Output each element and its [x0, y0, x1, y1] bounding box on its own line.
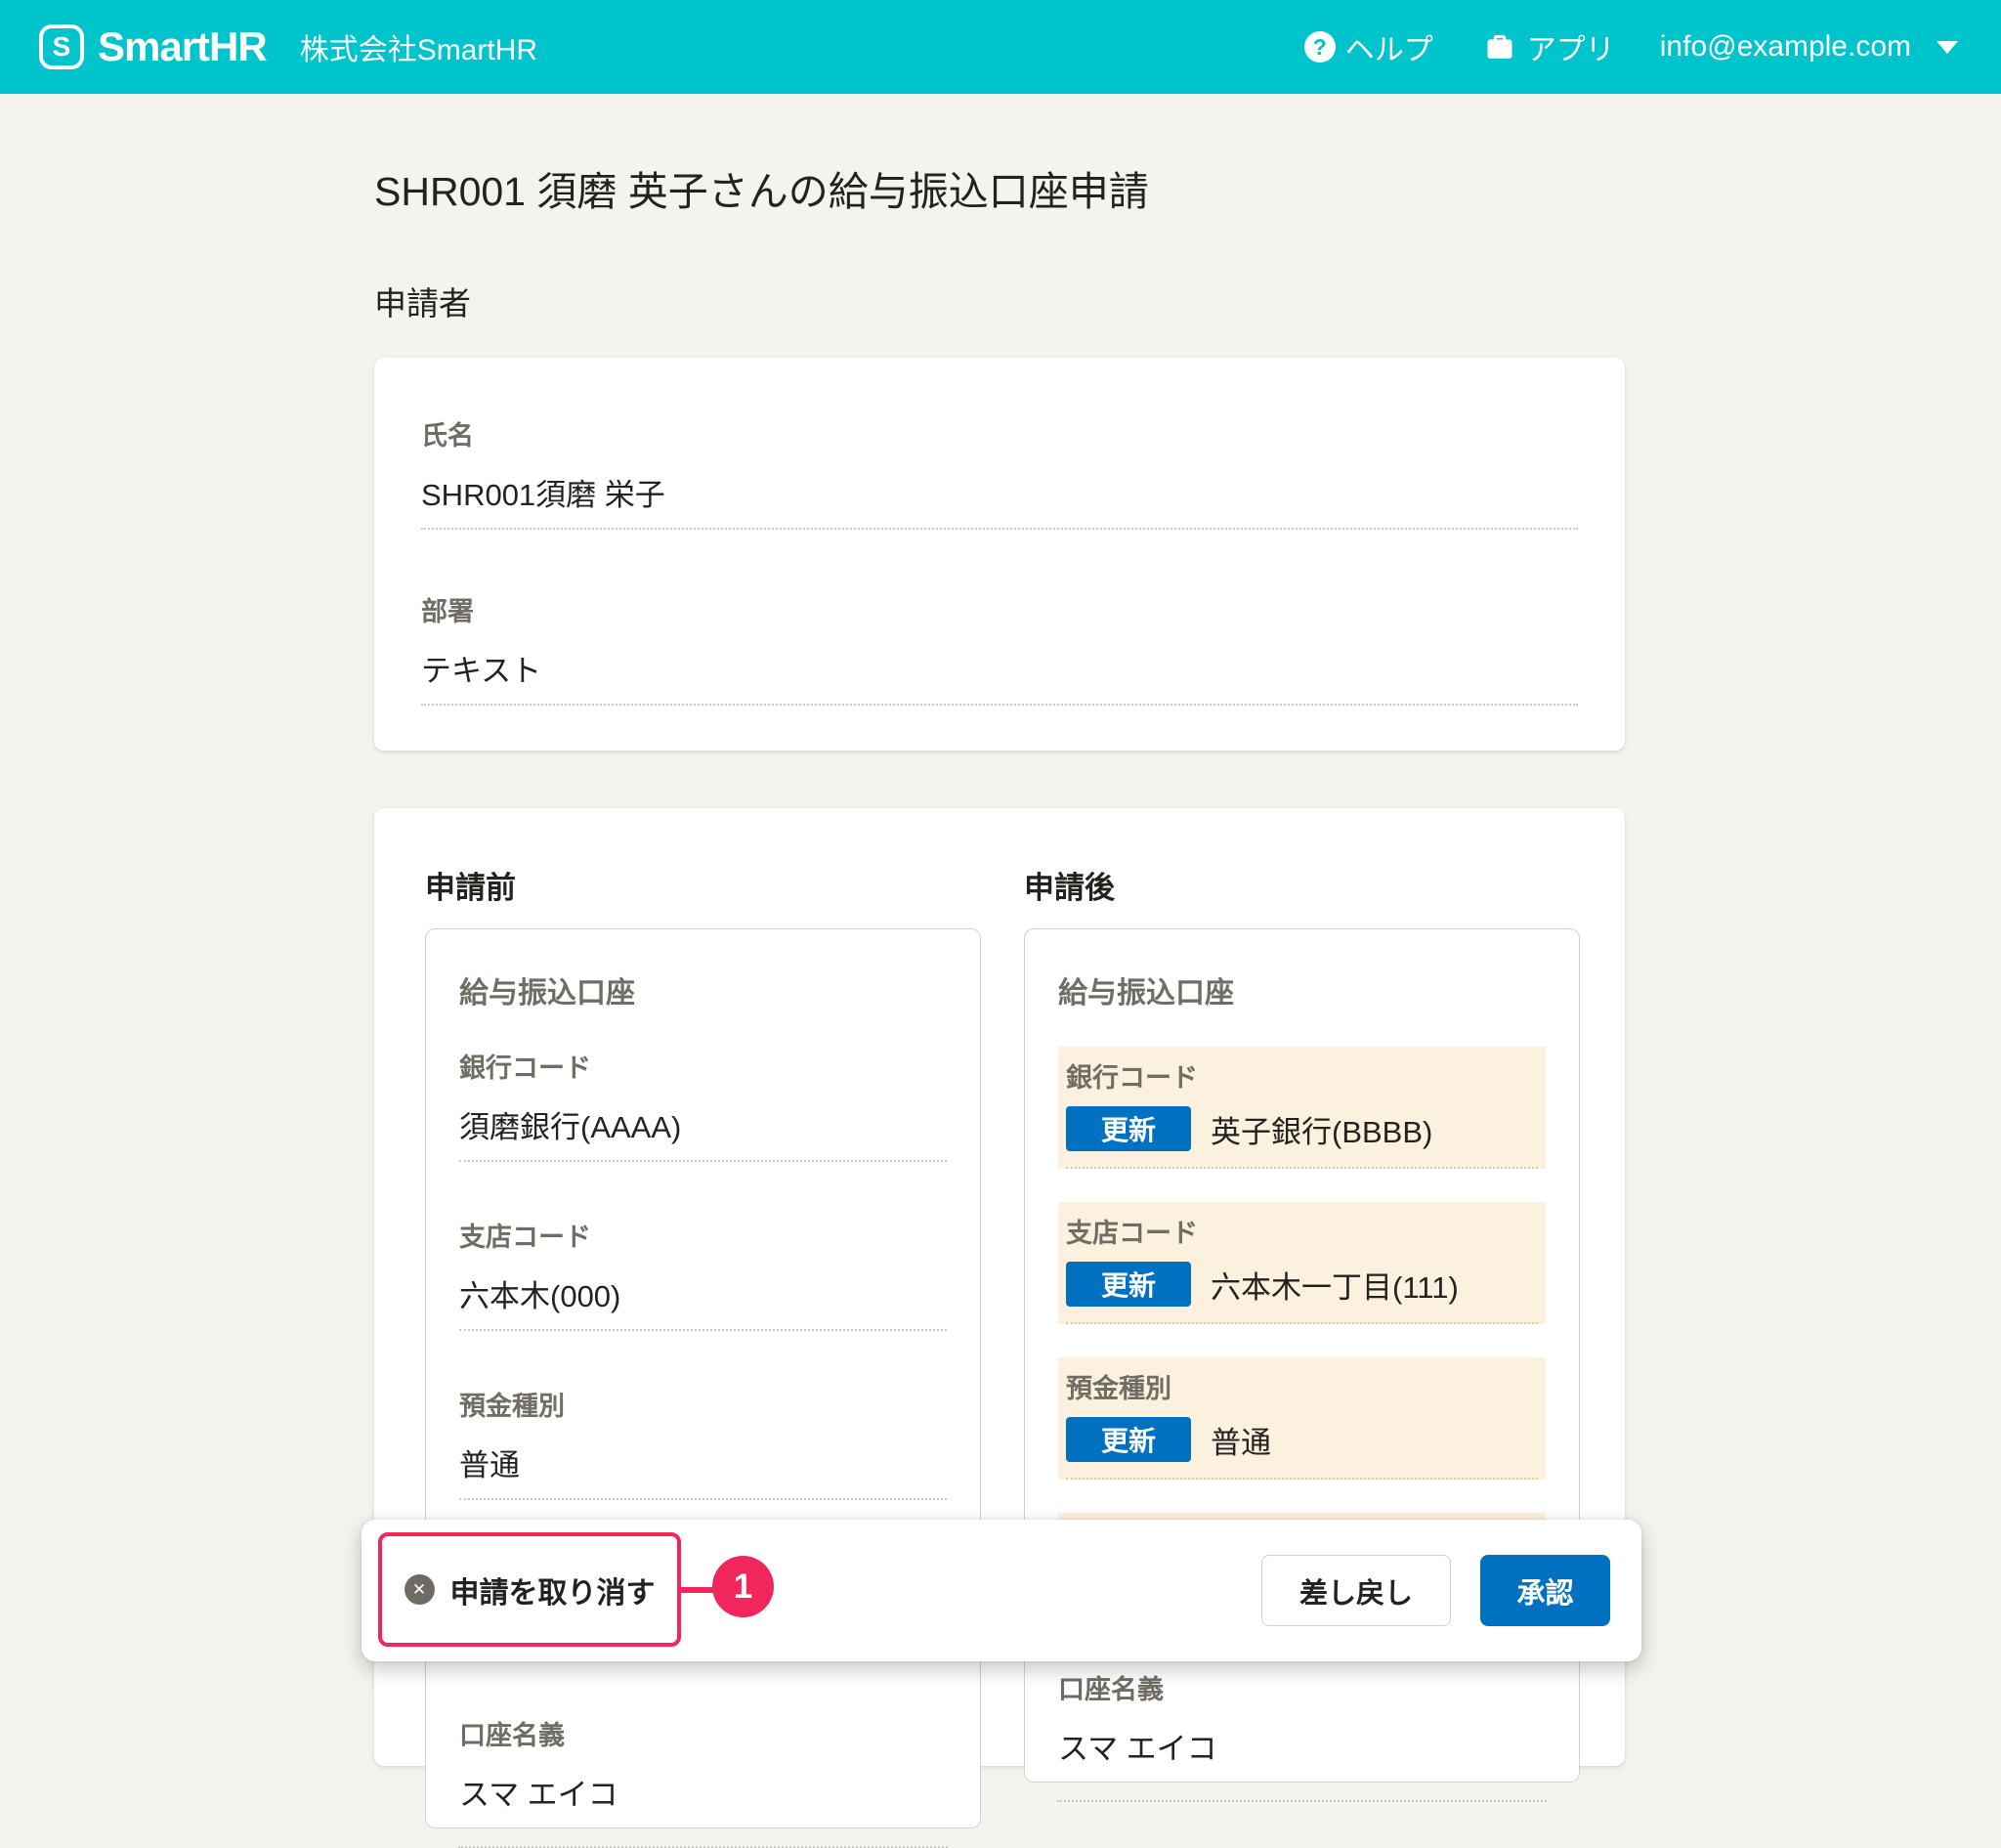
after-bank-code-row: 銀行コード 更新 英子銀行(BBBB) — [1058, 1047, 1546, 1169]
apps-label: アプリ — [1527, 25, 1615, 68]
before-account-type-row: 預金種別 普通 — [459, 1385, 947, 1500]
before-account-group: 給与振込口座 銀行コード 須磨銀行(AAAA) 支店コード 六本木(000) 預… — [425, 928, 981, 1828]
account-menu[interactable]: info@example.com — [1660, 30, 1958, 64]
diff-line: 更新 英子銀行(BBBB) — [1066, 1106, 1538, 1169]
approval-action-bar: ✕ 申請を取り消す 1 差し戻し 承認 — [362, 1520, 1641, 1661]
before-heading: 申請前 — [425, 863, 981, 907]
before-account-holder-row: 口座名義 スマ エイコ — [459, 1714, 947, 1814]
reject-button[interactable]: 差し戻し — [1261, 1555, 1451, 1626]
field-label: 支店コード — [459, 1216, 947, 1254]
field-label: 口座名義 — [459, 1714, 947, 1752]
brand-name: SmartHR — [98, 23, 267, 70]
applicant-name-field: 氏名 SHR001須磨 栄子 — [421, 414, 1578, 530]
after-account-type-row: 預金種別 更新 普通 — [1058, 1357, 1546, 1480]
account-group-title: 給与振込口座 — [459, 968, 947, 1011]
diff-line: 更新 六本木一丁目(111) — [1066, 1262, 1538, 1324]
field-value: 英子銀行(BBBB) — [1211, 1107, 1432, 1151]
column-bottom-divider — [1057, 1800, 1547, 1802]
before-branch-code-row: 支店コード 六本木(000) — [459, 1216, 947, 1331]
cancel-request-link[interactable]: ✕ 申請を取り消す — [404, 1569, 656, 1612]
before-bank-code-row: 銀行コード 須磨銀行(AAAA) — [459, 1047, 947, 1162]
field-value: テキスト — [421, 646, 1578, 706]
briefcase-icon — [1484, 32, 1515, 62]
close-icon: ✕ — [404, 1574, 435, 1605]
applicant-department-field: 部署 テキスト — [421, 590, 1578, 706]
field-label: 銀行コード — [459, 1047, 947, 1085]
update-badge: 更新 — [1066, 1106, 1191, 1151]
before-column: 申請前 給与振込口座 銀行コード 須磨銀行(AAAA) 支店コード 六本木(00… — [425, 863, 981, 1848]
approve-button[interactable]: 承認 — [1480, 1555, 1610, 1626]
annotation-connector-line — [681, 1587, 714, 1593]
company-name: 株式会社SmartHR — [300, 25, 537, 68]
smarthr-logo-icon: S — [39, 24, 84, 69]
field-label: 銀行コード — [1066, 1056, 1538, 1095]
account-group-title: 給与振込口座 — [1058, 968, 1546, 1011]
main-content: SHR001 須磨 英子さんの給与振込口座申請 申請者 氏名 SHR001須磨 … — [374, 94, 1625, 866]
field-value: SHR001須磨 栄子 — [421, 470, 1578, 530]
apps-menu[interactable]: アプリ — [1484, 25, 1615, 68]
after-heading: 申請後 — [1024, 863, 1580, 907]
field-value: 六本木一丁目(111) — [1211, 1263, 1459, 1307]
annotation-number-badge: 1 — [712, 1556, 774, 1617]
field-label: 預金種別 — [459, 1385, 947, 1423]
logo-letter: S — [53, 31, 71, 63]
applicant-card: 氏名 SHR001須磨 栄子 部署 テキスト — [374, 358, 1625, 751]
field-value: 普通 — [459, 1440, 947, 1500]
field-label: 口座名義 — [1058, 1668, 1546, 1706]
app-header: S SmartHR 株式会社SmartHR ? ヘルプ アプリ info@exa… — [0, 0, 2001, 94]
diff-line: 更新 普通 — [1066, 1417, 1538, 1480]
page-title: SHR001 須磨 英子さんの給与振込口座申請 — [374, 158, 1625, 217]
field-value: 六本木(000) — [459, 1271, 947, 1331]
field-label: 支店コード — [1066, 1212, 1538, 1250]
field-label: 氏名 — [421, 414, 1578, 452]
before-after-columns: 申請前 給与振込口座 銀行コード 須磨銀行(AAAA) 支店コード 六本木(00… — [425, 863, 1580, 1848]
field-label: 預金種別 — [1066, 1367, 1538, 1405]
cancel-request-label: 申請を取り消す — [450, 1569, 656, 1612]
update-badge: 更新 — [1066, 1262, 1191, 1307]
field-value: 普通 — [1211, 1418, 1271, 1462]
help-icon: ? — [1304, 31, 1336, 63]
after-account-holder-row: 口座名義 スマ エイコ — [1058, 1668, 1546, 1768]
help-label: ヘルプ — [1345, 25, 1433, 68]
applicant-section-heading: 申請者 — [374, 278, 1625, 324]
after-column: 申請後 給与振込口座 銀行コード 更新 英子銀行(BBBB) 支店コード 更新 — [1024, 863, 1580, 1848]
help-menu[interactable]: ? ヘルプ — [1304, 25, 1433, 68]
field-label: 部署 — [421, 590, 1578, 628]
field-value: スマ エイコ — [459, 1770, 947, 1814]
field-value: スマ エイコ — [1058, 1724, 1546, 1768]
update-badge: 更新 — [1066, 1417, 1191, 1462]
account-email: info@example.com — [1660, 30, 1911, 64]
chevron-down-icon — [1937, 41, 1958, 54]
annotation-highlight-box: ✕ 申請を取り消す — [378, 1532, 681, 1647]
field-value: 須磨銀行(AAAA) — [459, 1102, 947, 1162]
after-branch-code-row: 支店コード 更新 六本木一丁目(111) — [1058, 1202, 1546, 1324]
